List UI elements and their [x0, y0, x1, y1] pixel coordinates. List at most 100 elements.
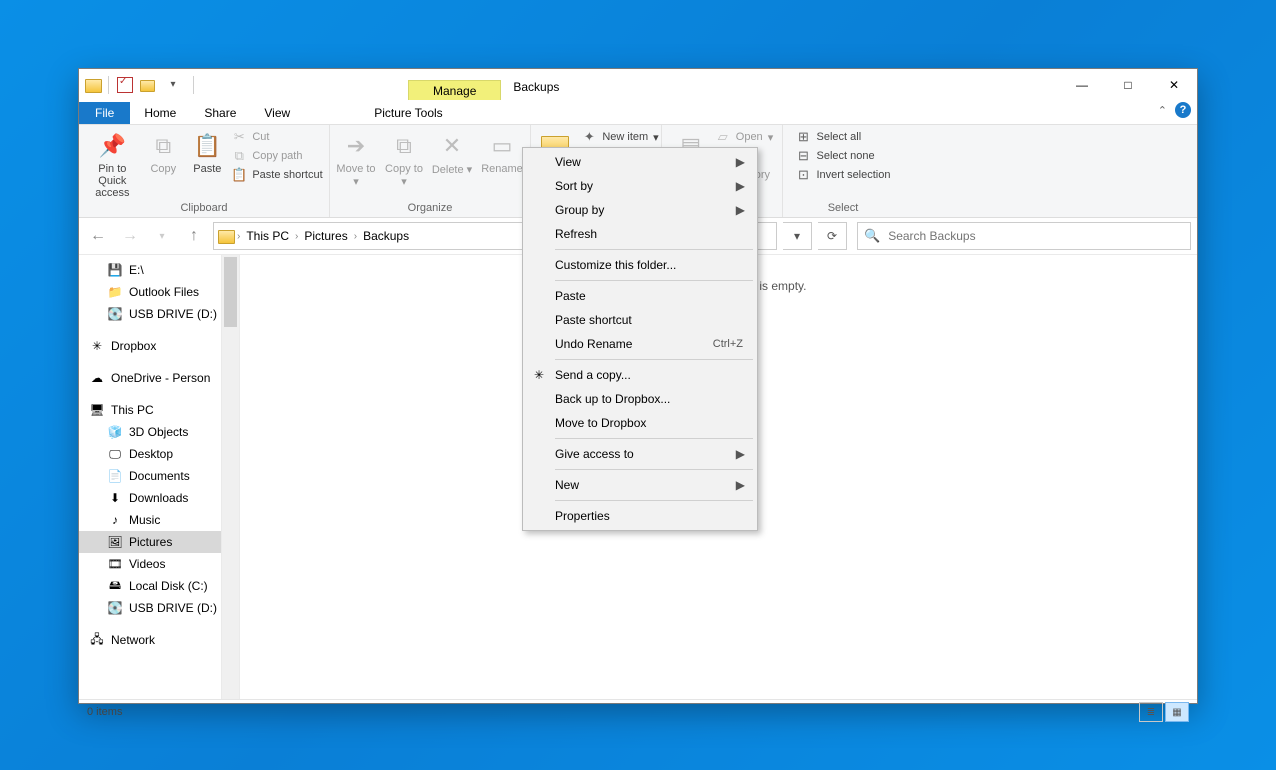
nav-up-button[interactable]: ↑: [181, 223, 207, 249]
pin-quick-access-button[interactable]: 📌Pin to Quick access: [85, 129, 139, 199]
tree-item[interactable]: 💽USB DRIVE (D:): [79, 597, 221, 619]
tree-item[interactable]: 🧊3D Objects: [79, 421, 221, 443]
qat-new-folder-icon[interactable]: [137, 74, 157, 96]
open-icon: ▱: [715, 129, 731, 145]
nav-forward-button[interactable]: →: [117, 223, 143, 249]
search-input[interactable]: [886, 228, 1184, 244]
breadcrumb[interactable]: This PC: [242, 229, 293, 243]
desktop-icon: 🖵: [107, 446, 123, 462]
collapse-ribbon-icon[interactable]: ⌃: [1158, 104, 1167, 117]
contextual-tab-manage[interactable]: Manage: [408, 80, 501, 100]
copy-to-icon: ⧉: [389, 131, 419, 161]
menu-item[interactable]: ✳Send a copy...: [525, 363, 755, 387]
tab-view[interactable]: View: [250, 102, 304, 124]
submenu-arrow-icon: ▶: [736, 155, 745, 169]
details-view-button[interactable]: ≣: [1139, 702, 1163, 722]
chevron-right-icon[interactable]: ›: [354, 231, 357, 242]
tree-item-label: This PC: [111, 403, 154, 417]
menu-shortcut: Ctrl+Z: [713, 338, 743, 350]
paste-shortcut-button[interactable]: 📋Paste shortcut: [231, 167, 322, 183]
menu-item[interactable]: Paste: [525, 284, 755, 308]
select-all-button[interactable]: ⊞Select all: [796, 129, 891, 145]
paste-button[interactable]: 📋Paste: [187, 129, 227, 175]
ribbon-tabstrip: File Home Share View Picture Tools ⌃ ?: [79, 100, 1197, 125]
close-button[interactable]: ✕: [1151, 69, 1197, 100]
cut-button[interactable]: ✂Cut: [231, 129, 322, 145]
invert-selection-icon: ⊡: [796, 167, 812, 183]
tree-item-label: USB DRIVE (D:): [129, 307, 217, 321]
menu-item-label: Paste: [555, 289, 586, 303]
tree-scrollbar[interactable]: [222, 255, 240, 699]
qat-properties-icon[interactable]: [115, 74, 135, 96]
context-menu: View▶Sort by▶Group by▶Refresh Customize t…: [522, 147, 758, 531]
file-tab[interactable]: File: [79, 102, 130, 124]
qat-customize-icon[interactable]: ▾: [159, 74, 187, 96]
tree-item[interactable]: 📄Documents: [79, 465, 221, 487]
search-icon: 🔍: [864, 228, 880, 244]
icons-view-button[interactable]: ▦: [1165, 702, 1189, 722]
vid-icon: 🎞: [107, 556, 123, 572]
tree-item[interactable]: 🖧Network: [79, 629, 221, 651]
menu-item[interactable]: Group by▶: [525, 198, 755, 222]
nav-recent-button[interactable]: ▾: [149, 223, 175, 249]
menu-item-label: Give access to: [555, 447, 634, 461]
select-none-button[interactable]: ⊟Select none: [796, 148, 891, 164]
menu-item[interactable]: Back up to Dropbox...: [525, 387, 755, 411]
nav-tree[interactable]: 💾E:\📁Outlook Files💽USB DRIVE (D:)✳Dropbo…: [79, 255, 222, 699]
tree-item[interactable]: 📁Outlook Files: [79, 281, 221, 303]
breadcrumb[interactable]: Backups: [359, 229, 413, 243]
menu-item[interactable]: View▶: [525, 150, 755, 174]
tree-item[interactable]: 🖥This PC: [79, 399, 221, 421]
menu-item[interactable]: Give access to▶: [525, 442, 755, 466]
open-button[interactable]: ▱Open ▾: [715, 129, 773, 145]
tab-home[interactable]: Home: [130, 102, 190, 124]
doc-icon: 📄: [107, 468, 123, 484]
address-dropdown-button[interactable]: ▾: [783, 222, 812, 250]
dropbox-icon: ✳: [89, 338, 105, 354]
search-box[interactable]: 🔍: [857, 222, 1191, 250]
tree-item[interactable]: ⬇Downloads: [79, 487, 221, 509]
help-icon[interactable]: ?: [1175, 102, 1191, 118]
breadcrumb[interactable]: Pictures: [300, 229, 351, 243]
menu-item[interactable]: Undo RenameCtrl+Z: [525, 332, 755, 356]
tab-picture-tools[interactable]: Picture Tools: [360, 102, 456, 124]
onedrive-icon: ☁: [89, 370, 105, 386]
chevron-right-icon[interactable]: ›: [237, 231, 240, 242]
paste-shortcut-icon: 📋: [231, 167, 247, 183]
copy-path-button[interactable]: ⧉Copy path: [231, 148, 322, 164]
new-item-button[interactable]: ✦New item ▾: [581, 129, 658, 145]
tree-item[interactable]: 🎞Videos: [79, 553, 221, 575]
tree-item[interactable]: 💽USB DRIVE (D:): [79, 303, 221, 325]
menu-item[interactable]: Sort by▶: [525, 174, 755, 198]
menu-item[interactable]: New▶: [525, 473, 755, 497]
maximize-button[interactable]: □: [1105, 69, 1151, 100]
move-to-button[interactable]: ➔Move to ▾: [334, 129, 378, 188]
refresh-button[interactable]: ⟳: [818, 222, 847, 250]
menu-item[interactable]: Properties: [525, 504, 755, 528]
tree-item[interactable]: 🖴Local Disk (C:): [79, 575, 221, 597]
tab-share[interactable]: Share: [190, 102, 250, 124]
rename-button[interactable]: ▭Rename: [478, 129, 526, 175]
menu-item[interactable]: Refresh: [525, 222, 755, 246]
address-folder-icon: [218, 230, 235, 244]
tree-item[interactable]: 🖵 Desktop: [79, 443, 221, 465]
menu-item[interactable]: Paste shortcut: [525, 308, 755, 332]
chevron-right-icon[interactable]: ›: [295, 231, 298, 242]
copy-button[interactable]: ⧉Copy: [143, 129, 183, 175]
tree-item[interactable]: 💾E:\: [79, 259, 221, 281]
nav-back-button[interactable]: ←: [85, 223, 111, 249]
pin-icon: 📌: [97, 131, 127, 161]
copy-to-button[interactable]: ⧉Copy to ▾: [382, 129, 426, 188]
delete-button[interactable]: ✕Delete ▾: [430, 129, 474, 176]
cut-icon: ✂: [231, 129, 247, 145]
tree-item[interactable]: 🖼Pictures: [79, 531, 221, 553]
new-item-icon: ✦: [581, 129, 597, 145]
invert-selection-button[interactable]: ⊡Invert selection: [796, 167, 891, 183]
tree-item-label: Desktop: [129, 447, 173, 461]
minimize-button[interactable]: —: [1059, 69, 1105, 100]
menu-item[interactable]: Customize this folder...: [525, 253, 755, 277]
tree-item[interactable]: ✳Dropbox: [79, 335, 221, 357]
tree-item[interactable]: ☁OneDrive - Person: [79, 367, 221, 389]
tree-item[interactable]: ♪Music: [79, 509, 221, 531]
menu-item[interactable]: Move to Dropbox: [525, 411, 755, 435]
